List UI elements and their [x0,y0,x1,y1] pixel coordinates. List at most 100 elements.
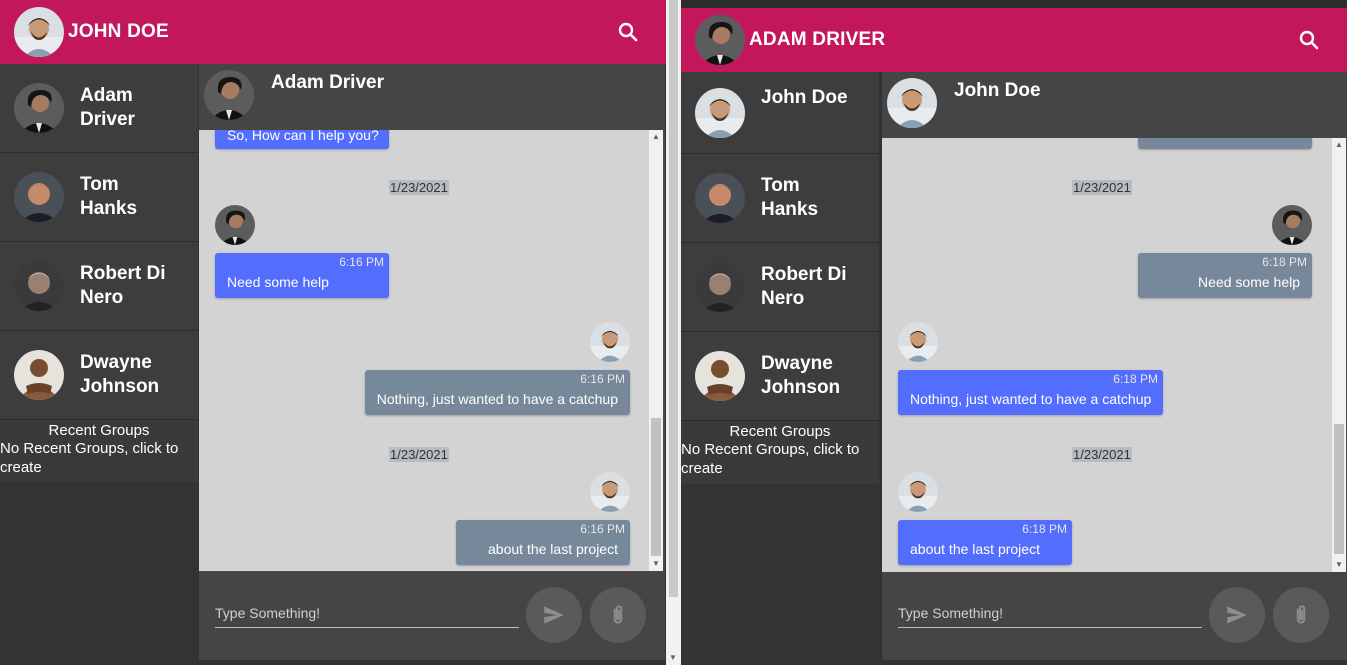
message-input[interactable] [898,605,1202,628]
app-bar: ADAM DRIVER [681,8,1347,72]
message-time: 6:16 PM [580,372,625,386]
message-text: Nothing, just wanted to have a catchup [376,391,618,407]
chat-panel: Adam Driver So, How can I help you? 1/23… [199,64,665,660]
chat-partner-avatar [887,78,937,128]
message-scrollbar[interactable]: ▲ ▼ [649,130,663,571]
message-text: about the last project [910,541,1040,557]
message-bubble: 6:18 PM Nothing, just wanted to have a c… [898,370,1163,415]
chat-partner-avatar [204,70,254,120]
contact-item[interactable]: Robert Di Nero [681,243,879,332]
attach-button[interactable] [1273,587,1329,643]
scroll-down-icon[interactable]: ▼ [1335,561,1343,569]
message-avatar [1272,205,1312,245]
date-separator: 1/23/2021 [1072,180,1132,195]
message-input[interactable] [215,605,519,628]
sidebar-filler [0,482,198,665]
message-bubble: 6:16 PM Nothing, just wanted to have a c… [365,370,630,415]
message-bubble: 6:16 PM about the last project [456,520,630,565]
message-avatar [590,472,630,512]
scroll-up-icon[interactable]: ▲ [1335,141,1343,149]
contact-avatar [14,83,64,133]
message-list[interactable]: So, How can I help you? 1/23/2021 6:16 P… [199,130,649,571]
date-separator: 1/23/2021 [389,447,449,462]
send-button[interactable] [526,587,582,643]
contact-item[interactable]: Robert Di Nero [0,242,198,331]
contact-avatar [695,351,745,401]
contacts-sidebar: John Doe Tom Hanks Robert Di Nero Dwayne… [681,72,879,484]
contact-name: Dwayne Johnson [80,352,160,397]
window-scrollbar[interactable]: ▼ [666,0,681,665]
scroll-down-icon[interactable]: ▼ [652,560,660,568]
contact-name: Robert Di Nero [80,263,166,308]
create-group-link[interactable]: No Recent Groups, click to create [0,439,198,477]
scroll-thumb[interactable] [651,418,661,556]
attach-button[interactable] [590,587,646,643]
search-icon[interactable] [1297,28,1321,52]
contact-name: Robert Di Nero [761,264,847,309]
user-avatar[interactable] [695,15,745,65]
recent-groups-title: Recent Groups [48,422,150,439]
message-text: So, How can I help you? [227,130,379,143]
search-icon[interactable] [616,20,640,44]
browser-strip [681,0,1347,8]
contact-avatar [14,350,64,400]
attach-icon [1296,605,1306,624]
contacts-sidebar: Adam Driver Tom Hanks Robert Di Nero Dwa… [0,64,198,483]
contact-name: John Doe [761,86,848,108]
window-scroll-thumb[interactable] [669,0,678,597]
message-time: 6:16 PM [339,255,384,269]
message-bubble: 6:18 PM about the last project [898,520,1072,565]
message-text: Need some help [227,274,329,290]
contact-name: Tom Hanks [80,174,138,219]
message-composer [199,572,665,660]
user-avatar[interactable] [14,7,64,57]
chat-partner-name: John Doe [954,80,1041,101]
send-button[interactable] [1209,587,1265,643]
message-text: about the last project [488,541,618,557]
recent-groups-title: Recent Groups [729,423,831,440]
chat-partner-name: Adam Driver [271,72,384,93]
current-user-name: ADAM DRIVER [749,29,886,50]
contact-name: Adam Driver [80,85,135,130]
message-avatar [898,322,938,362]
message-time: 6:18 PM [1022,522,1067,536]
send-icon [544,606,564,624]
scroll-up-icon[interactable]: ▲ [652,133,660,141]
recent-groups: Recent Groups No Recent Groups, click to… [681,421,879,484]
contact-name: Dwayne Johnson [761,353,841,398]
message-avatar [590,322,630,362]
date-separator: 1/23/2021 [389,180,449,195]
left-chat-window: JOHN DOE Adam Driver Tom Hanks Robert Di… [0,0,666,665]
app-bar: JOHN DOE [0,0,666,64]
contact-avatar [695,262,745,312]
chat-panel: John Doe 1/23/2021 6:18 PM Need some hel… [882,72,1347,660]
scroll-thumb[interactable] [1334,424,1344,554]
message-bubble: 6:18 PM Need some help [1138,253,1312,298]
window-scroll-down-icon[interactable]: ▼ [669,653,677,662]
message-time: 6:16 PM [580,522,625,536]
current-user-name: JOHN DOE [68,21,169,42]
sidebar-filler [681,484,879,665]
right-chat-window: ADAM DRIVER John Doe Tom Hanks Robert Di… [681,0,1347,665]
contact-item[interactable]: Dwayne Johnson [0,331,198,420]
chat-header: John Doe [882,72,1347,138]
message-text: Nothing, just wanted to have a catchup [910,391,1152,407]
message-avatar [898,472,938,512]
contact-avatar [14,172,64,222]
message-bubble-partial [1138,138,1312,149]
contact-item[interactable]: Dwayne Johnson [681,332,879,421]
message-avatar [215,205,255,245]
message-scrollbar[interactable]: ▲ ▼ [1332,138,1346,572]
message-text: Need some help [1198,274,1300,290]
message-time: 6:18 PM [1262,255,1307,269]
contact-name: Tom Hanks [761,175,819,220]
message-list[interactable]: 1/23/2021 6:18 PM Need some help 6:18 PM… [882,138,1332,572]
send-icon [1227,606,1247,624]
contact-item[interactable]: Tom Hanks [681,154,879,243]
create-group-link[interactable]: No Recent Groups, click to create [681,440,879,478]
contact-item[interactable]: John Doe [681,72,879,154]
contact-item[interactable]: Tom Hanks [0,153,198,242]
message-composer [882,572,1347,660]
contact-avatar [14,261,64,311]
contact-item[interactable]: Adam Driver [0,64,198,153]
